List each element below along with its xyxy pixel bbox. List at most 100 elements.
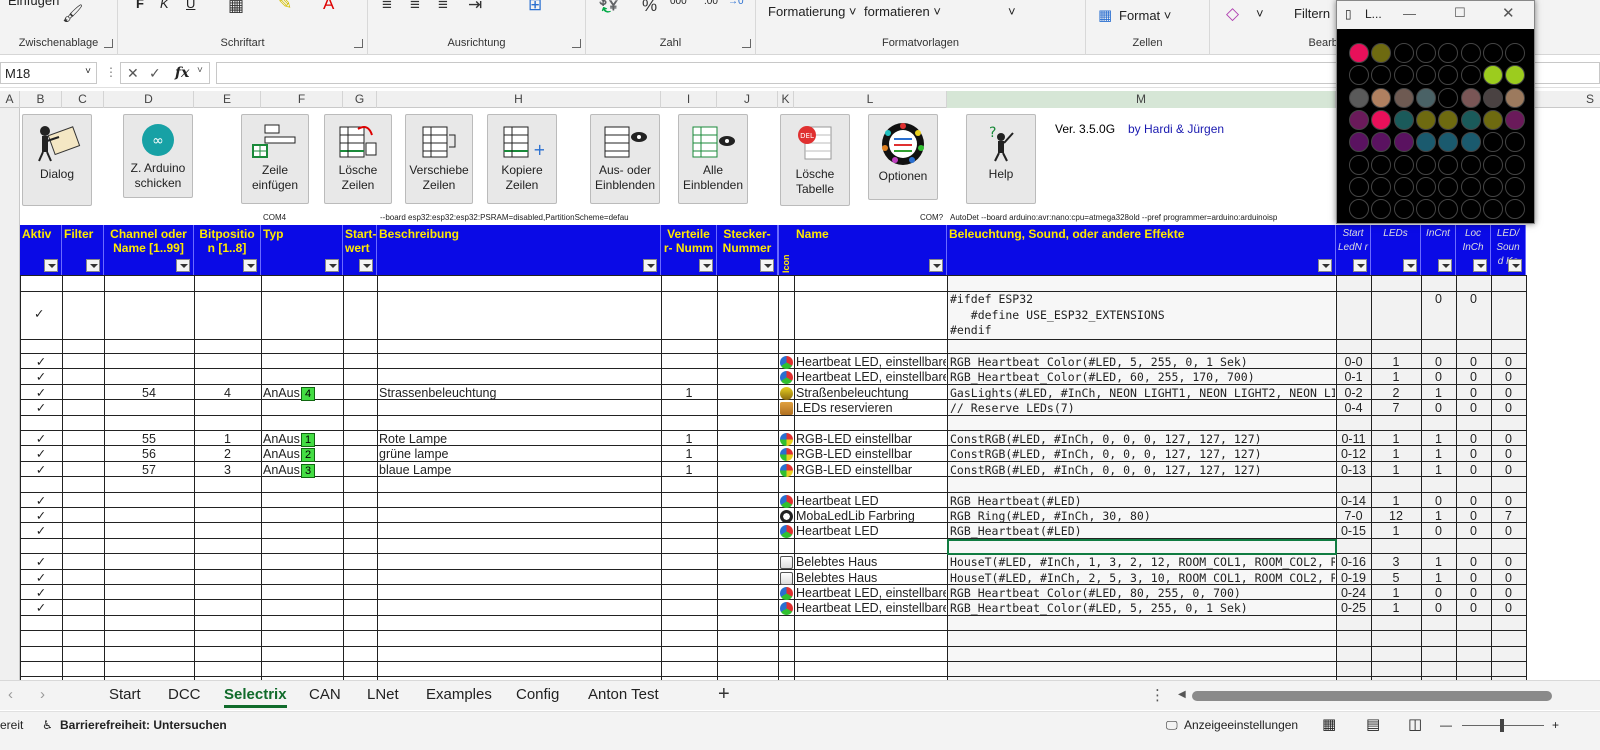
aktiv-check[interactable]: ✓ [20, 586, 62, 601]
tab-config[interactable]: Config [516, 686, 559, 703]
minimize-icon[interactable]: — [1403, 6, 1416, 21]
dialog-launcher-icon[interactable] [104, 39, 113, 48]
leds-cell[interactable]: 2 [1371, 386, 1421, 401]
verteiler-cell[interactable]: 1 [661, 447, 717, 462]
clear-dropdown[interactable]: ˅ [1256, 6, 1264, 21]
more-icon[interactable]: ⋮ [105, 65, 117, 79]
sound-cell[interactable]: 0 [1491, 355, 1526, 370]
format-button[interactable]: Format ˅ [1119, 8, 1171, 23]
align-right-icon[interactable]: ≡ [438, 0, 448, 15]
loc-cell[interactable]: 0 [1456, 509, 1491, 524]
loc-cell[interactable]: 0 [1456, 524, 1491, 539]
filter-button[interactable]: Filtern [1294, 6, 1330, 21]
loc-cell[interactable]: 0 [1456, 447, 1491, 462]
sound-cell[interactable]: 0 [1491, 571, 1526, 586]
loc-cell[interactable]: 0 [1456, 571, 1491, 586]
sound-cell[interactable]: 0 [1491, 447, 1526, 462]
aktiv-check[interactable]: ✓ [20, 386, 62, 401]
name-cell[interactable]: Belebtes Haus [796, 571, 946, 586]
aktiv-check[interactable]: ✓ [20, 509, 62, 524]
leds-cell[interactable]: 1 [1371, 494, 1421, 509]
leds-cell[interactable]: 1 [1371, 524, 1421, 539]
inch-cell[interactable]: 0 [1421, 494, 1456, 509]
filter-dropdown-icon[interactable] [359, 259, 373, 272]
inch-cell[interactable]: 0 [1421, 355, 1456, 370]
filter-dropdown-icon[interactable] [643, 259, 657, 272]
name-cell[interactable]: RGB-LED einstellbar [796, 447, 946, 462]
next-sheet-icon[interactable]: › [40, 686, 45, 703]
inch-cell[interactable]: 1 [1421, 447, 1456, 462]
send-to-arduino-button[interactable]: ∞ Z. Arduino schicken [123, 114, 193, 198]
dialog-launcher-icon[interactable] [354, 39, 363, 48]
startled-cell[interactable]: 0-15 [1336, 524, 1371, 539]
startled-cell[interactable]: 7-0 [1336, 509, 1371, 524]
move-rows-button[interactable]: Verschiebe Zeilen [405, 114, 473, 204]
leds-cell[interactable]: 1 [1371, 370, 1421, 385]
tab-can[interactable]: CAN [309, 686, 341, 703]
ifdef-inch[interactable]: 0 [1421, 292, 1456, 307]
name-cell[interactable]: RGB-LED einstellbar [796, 463, 946, 478]
sound-cell[interactable]: 0 [1491, 555, 1526, 570]
percent-icon[interactable]: % [642, 0, 657, 16]
name-cell[interactable]: Belebtes Haus [796, 555, 946, 570]
aktiv-check[interactable]: ✓ [20, 463, 62, 478]
font-color-icon[interactable]: A [323, 0, 334, 14]
scroll-left-icon[interactable]: ◀ [1178, 689, 1186, 700]
display-settings[interactable]: Anzeigeeinstellungen [1184, 718, 1298, 732]
aktiv-check[interactable]: ✓ [20, 571, 62, 586]
sound-cell[interactable]: 0 [1491, 401, 1526, 416]
sound-cell[interactable]: 7 [1491, 509, 1526, 524]
aktiv-check[interactable]: ✓ [20, 494, 62, 509]
conditional-formatting-button[interactable]: Formatierung ˅ [768, 4, 857, 19]
dialog-button[interactable]: Dialog [22, 114, 92, 206]
inch-cell[interactable]: 0 [1421, 524, 1456, 539]
italic-button[interactable]: K [160, 0, 169, 11]
startled-cell[interactable]: 0-2 [1336, 386, 1371, 401]
verteiler-cell[interactable]: 1 [661, 432, 717, 447]
loc-cell[interactable]: 0 [1456, 601, 1491, 616]
col-header[interactable]: L [794, 91, 947, 108]
currency-icon[interactable]: 💱 [598, 0, 619, 14]
underline-button[interactable]: U [186, 0, 195, 11]
leds-cell[interactable]: 3 [1371, 555, 1421, 570]
chevron-down-icon[interactable]: ˅ [197, 65, 203, 76]
format-painter-icon[interactable]: 🖌 [62, 4, 84, 24]
tab-start[interactable]: Start [109, 686, 141, 703]
aktiv-check[interactable]: ✓ [20, 370, 62, 385]
leds-cell[interactable]: 12 [1371, 509, 1421, 524]
beschreibung-cell[interactable]: Rote Lampe [379, 432, 659, 447]
aktiv-check[interactable]: ✓ [20, 355, 62, 370]
inch-cell[interactable]: 0 [1421, 601, 1456, 616]
typ-cell[interactable]: AnAus [263, 463, 303, 478]
typ-cell[interactable]: AnAus [263, 432, 303, 447]
inch-cell[interactable]: 0 [1421, 586, 1456, 601]
clear-icon[interactable]: ◇ [1226, 4, 1239, 24]
col-header[interactable]: B [20, 91, 62, 108]
aktiv-check[interactable]: ✓ [20, 601, 62, 616]
col-header[interactable]: M [947, 91, 1336, 108]
bitpos-cell[interactable]: 3 [194, 463, 261, 478]
loc-cell[interactable]: 0 [1456, 355, 1491, 370]
col-header[interactable]: F [261, 91, 343, 108]
inch-cell[interactable]: 1 [1421, 571, 1456, 586]
aktiv-check[interactable]: ✓ [20, 432, 62, 447]
aktiv-check[interactable]: ✓ [20, 447, 62, 462]
leds-cell[interactable]: 1 [1371, 601, 1421, 616]
loc-cell[interactable]: 0 [1456, 555, 1491, 570]
filter-dropdown-icon[interactable] [760, 259, 774, 272]
decrease-decimal-icon[interactable]: →0 [728, 0, 744, 7]
hide-show-button[interactable]: Aus- oder Einblenden [590, 114, 660, 204]
effect-cell[interactable]: ConstRGB(#LED, #InCh, 0, 0, 0, 127, 127,… [950, 432, 1335, 447]
effect-cell[interactable]: ConstRGB(#LED, #InCh, 0, 0, 0, 127, 127,… [950, 447, 1335, 462]
thousands-icon[interactable]: 000 [670, 0, 687, 7]
leds-cell[interactable]: 1 [1371, 463, 1421, 478]
effect-cell[interactable]: RGB_Heartbeat_Color(#LED, 5, 255, 0, 1 S… [950, 601, 1335, 616]
filter-dropdown-icon[interactable] [1403, 259, 1417, 272]
name-cell[interactable]: Heartbeat LED, einstellbare [796, 601, 946, 616]
borders-icon[interactable]: ▦ [228, 0, 244, 16]
name-box[interactable]: M18 ˅ [0, 62, 97, 84]
effect-cell[interactable]: RGB_Heartbeat_Color(#LED, 5, 255, 0, 1 S… [950, 355, 1335, 370]
sound-cell[interactable]: 0 [1491, 586, 1526, 601]
name-cell[interactable]: LEDs reservieren [796, 401, 946, 416]
effect-cell[interactable]: RGB_Ring(#LED, #InCh, 30, 80) [950, 509, 1335, 524]
